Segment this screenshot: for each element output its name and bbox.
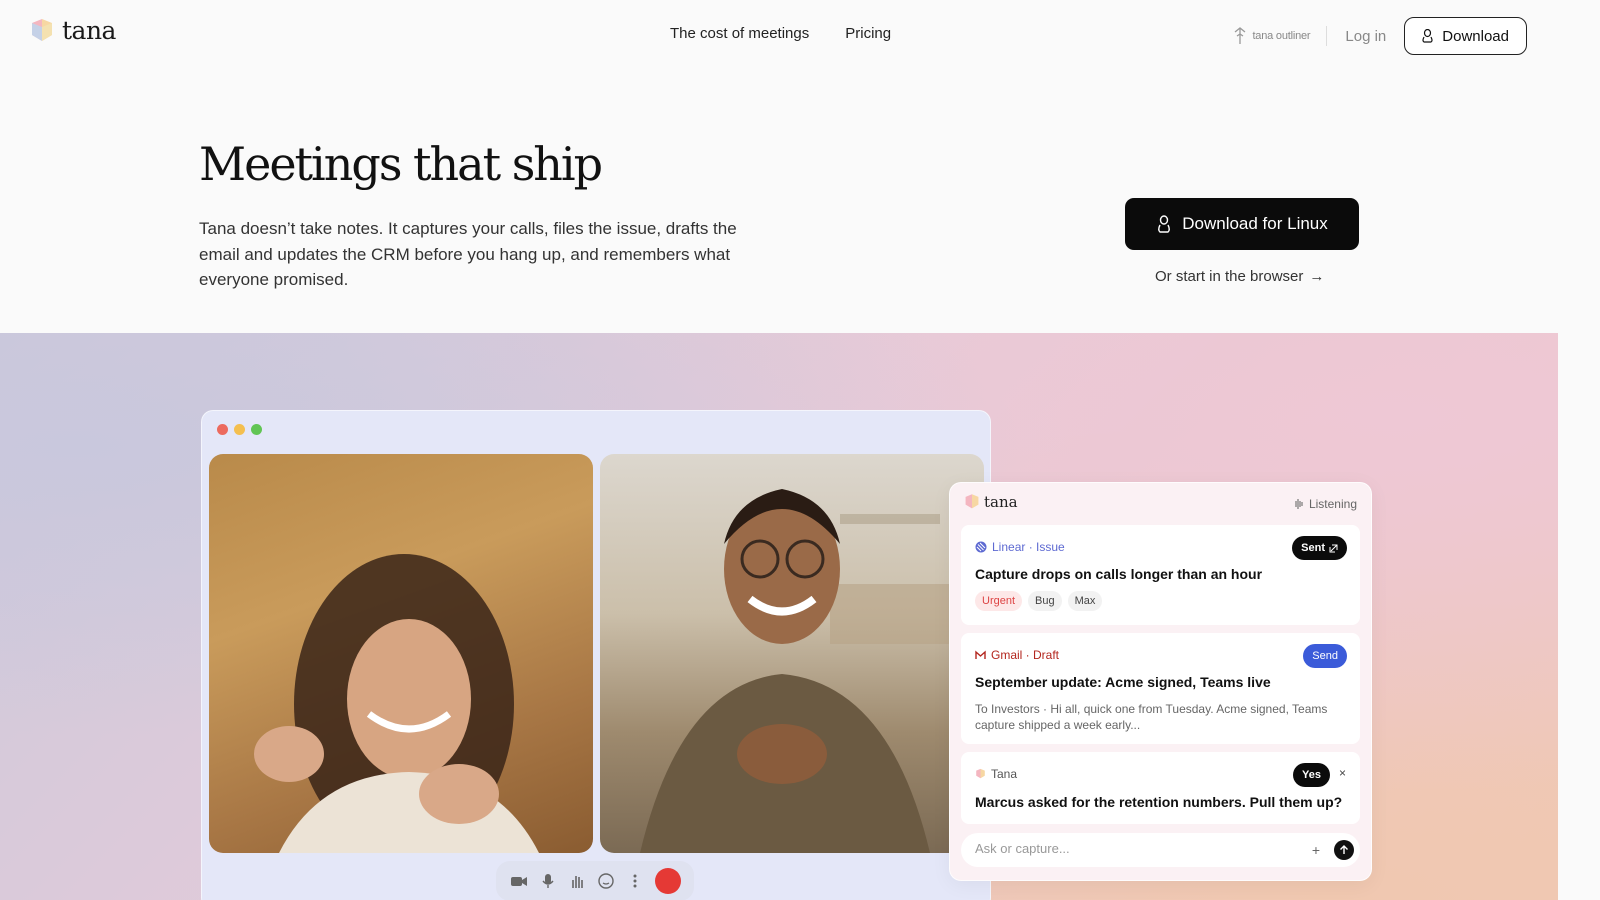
download-button[interactable]: Download: [1404, 17, 1527, 55]
submit-button[interactable]: [1334, 840, 1354, 860]
outliner-icon: [1235, 27, 1246, 44]
card-source: Linear · Issue: [975, 540, 1065, 554]
outliner-label: tana outliner: [1252, 30, 1311, 42]
yes-button[interactable]: Yes: [1293, 763, 1330, 787]
card-source-label: Gmail · Draft: [991, 648, 1060, 662]
video-call-window: [201, 410, 991, 900]
nav-links: The cost of meetings Pricing: [670, 25, 891, 42]
email-preview: To Investors · Hi all, quick one from Tu…: [975, 702, 1328, 732]
participant-man-image: [640, 489, 950, 853]
ask-bar: +: [961, 833, 1360, 867]
hang-up-button[interactable]: [654, 868, 681, 894]
listening-status: Listening: [1293, 497, 1357, 511]
download-label: Download: [1442, 27, 1509, 45]
gmail-draft-card[interactable]: Gmail · Draft Send September update: Acm…: [961, 633, 1360, 744]
panel-logo-text: tana: [984, 493, 1018, 511]
tag-max: Max: [1067, 591, 1103, 611]
tana-outliner-link[interactable]: tana outliner: [1232, 27, 1311, 45]
send-label: Send: [1312, 650, 1338, 662]
camera-icon[interactable]: [510, 872, 528, 890]
listening-label: Listening: [1308, 497, 1357, 511]
tag-bug: Bug: [1028, 591, 1062, 611]
audio-wave-icon: [1295, 499, 1303, 509]
logo-text: tana: [62, 16, 116, 45]
hero-subtitle: Tana doesn’t take notes. It captures you…: [199, 219, 737, 289]
window-controls: [217, 424, 262, 435]
tana-prompt-card[interactable]: Tana Yes × Marcus asked for the retentio…: [961, 752, 1360, 824]
external-link-icon: [1329, 544, 1338, 552]
raise-hand-icon[interactable]: [568, 872, 586, 890]
reaction-icon[interactable]: [597, 872, 615, 890]
sent-label: Sent: [1301, 542, 1325, 554]
ask-input[interactable]: [975, 841, 1295, 856]
more-options-icon[interactable]: [626, 872, 644, 890]
nav-link-pricing[interactable]: Pricing: [845, 25, 891, 42]
tana-logo-icon: [965, 494, 979, 509]
download-for-linux-label: Download for Linux: [1182, 214, 1328, 233]
card-title: September update: Acme signed, Teams liv…: [975, 674, 1271, 690]
start-in-browser-label: Or start in the browser: [1155, 268, 1304, 285]
download-for-linux-button[interactable]: Download for Linux: [1125, 198, 1359, 250]
call-controls: [496, 861, 694, 900]
page-title: Meetings that ship: [199, 137, 603, 191]
card-source: Tana: [975, 767, 1017, 781]
sent-badge[interactable]: Sent: [1292, 536, 1347, 560]
linear-issue-card[interactable]: Linear · Issue Sent Capture drops on cal…: [961, 525, 1360, 625]
top-nav: tana The cost of meetings Pricing tana o…: [0, 0, 1600, 70]
nav-divider: [1326, 26, 1328, 46]
login-link[interactable]: Log in: [1345, 28, 1386, 45]
dismiss-icon[interactable]: ×: [1339, 766, 1346, 780]
tana-logo-icon: [976, 768, 985, 779]
start-in-browser-link[interactable]: Or start in the browser →: [1155, 268, 1324, 285]
microphone-icon[interactable]: [539, 872, 557, 890]
gmail-icon: [975, 650, 986, 659]
add-icon[interactable]: +: [1312, 842, 1320, 858]
arrow-up-icon: [1340, 845, 1348, 854]
participant-woman-image: [254, 554, 539, 853]
tana-assistant-panel: tana Listening Linear · Issue Sent Captu…: [949, 482, 1372, 881]
linux-icon: [1422, 29, 1433, 43]
nav-link-cost-of-meetings[interactable]: The cost of meetings: [670, 25, 809, 42]
panel-header: tana: [964, 493, 1018, 511]
participant-video-right: [600, 454, 984, 853]
card-source-label: Linear · Issue: [992, 540, 1065, 554]
nav-actions: tana outliner Log in Download: [1232, 17, 1527, 55]
tag-urgent: Urgent: [975, 591, 1023, 611]
send-email-button[interactable]: Send: [1303, 644, 1347, 668]
participant-video-left: [209, 454, 593, 853]
card-source-label: Tana: [991, 767, 1018, 781]
tana-logo-icon: [32, 18, 52, 41]
arrow-right-icon: →: [1309, 268, 1325, 285]
minimize-window-dot[interactable]: [234, 424, 245, 435]
linux-icon: [1158, 215, 1171, 233]
linear-icon: [975, 541, 987, 553]
maximize-window-dot[interactable]: [251, 424, 262, 435]
yes-label: Yes: [1302, 769, 1321, 781]
card-source: Gmail · Draft: [975, 648, 1059, 662]
close-window-dot[interactable]: [217, 424, 228, 435]
card-title: Capture drops on calls longer than an ho…: [975, 566, 1263, 582]
logo[interactable]: tana: [30, 16, 116, 45]
card-title: Marcus asked for the retention numbers. …: [975, 794, 1343, 810]
card-tags: Urgent Bug Max: [975, 591, 1103, 611]
